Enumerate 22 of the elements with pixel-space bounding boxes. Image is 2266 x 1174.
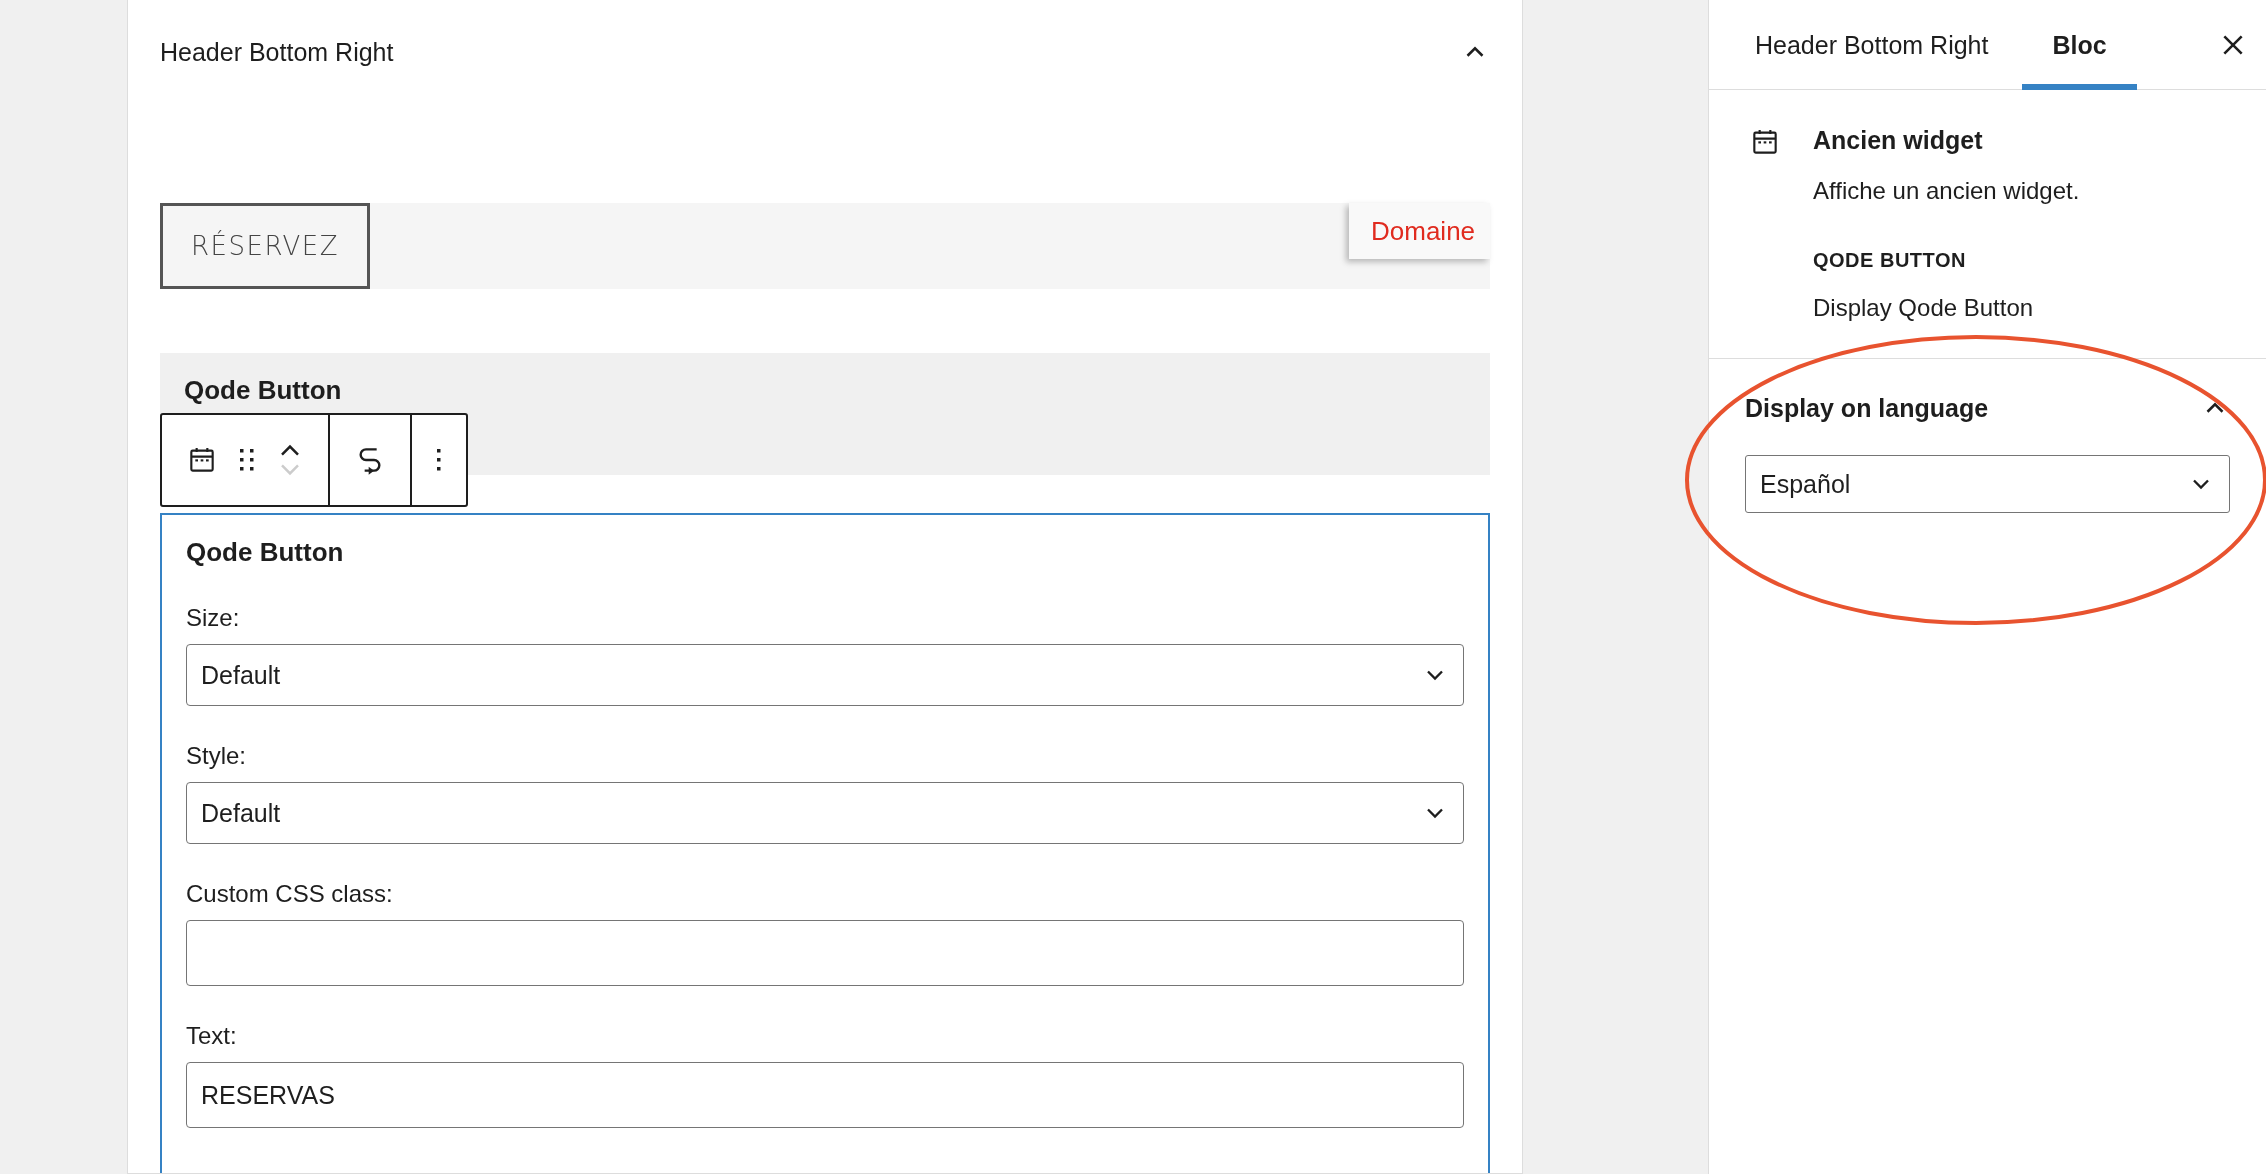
- language-select[interactable]: Español: [1745, 455, 2230, 513]
- select-field[interactable]: Default: [186, 782, 1464, 844]
- block-name: Ancien widget: [1813, 126, 1984, 155]
- field-label: Style:: [186, 742, 248, 770]
- sidebar-tab[interactable]: Header Bottom Right: [1733, 0, 2011, 90]
- widget-description: Display Qode Button: [1813, 294, 2035, 322]
- field-label: Size:: [186, 604, 241, 632]
- field-label: Custom CSS class:: [186, 880, 394, 908]
- widget-name: QODE BUTTON: [1813, 249, 1967, 272]
- field-label: Text:: [186, 1022, 238, 1050]
- drag-handle-icon[interactable]: [240, 449, 254, 471]
- panel-title: Display on language: [1745, 393, 1989, 423]
- input-field[interactable]: RESERVAS: [186, 1062, 1464, 1128]
- more-options-icon[interactable]: [436, 448, 442, 472]
- input-field[interactable]: [186, 920, 1464, 986]
- block-title: Qode Button: [184, 375, 343, 406]
- block-description: Affiche un ancien widget.: [1813, 177, 2080, 205]
- notice-text: Domaine: [1349, 203, 1490, 259]
- select-field[interactable]: Default: [186, 644, 1464, 706]
- widget-area-title: Header Bottom Right: [160, 37, 394, 67]
- sidebar-tab[interactable]: Bloc: [2022, 0, 2137, 90]
- form-title: Qode Button: [186, 537, 345, 568]
